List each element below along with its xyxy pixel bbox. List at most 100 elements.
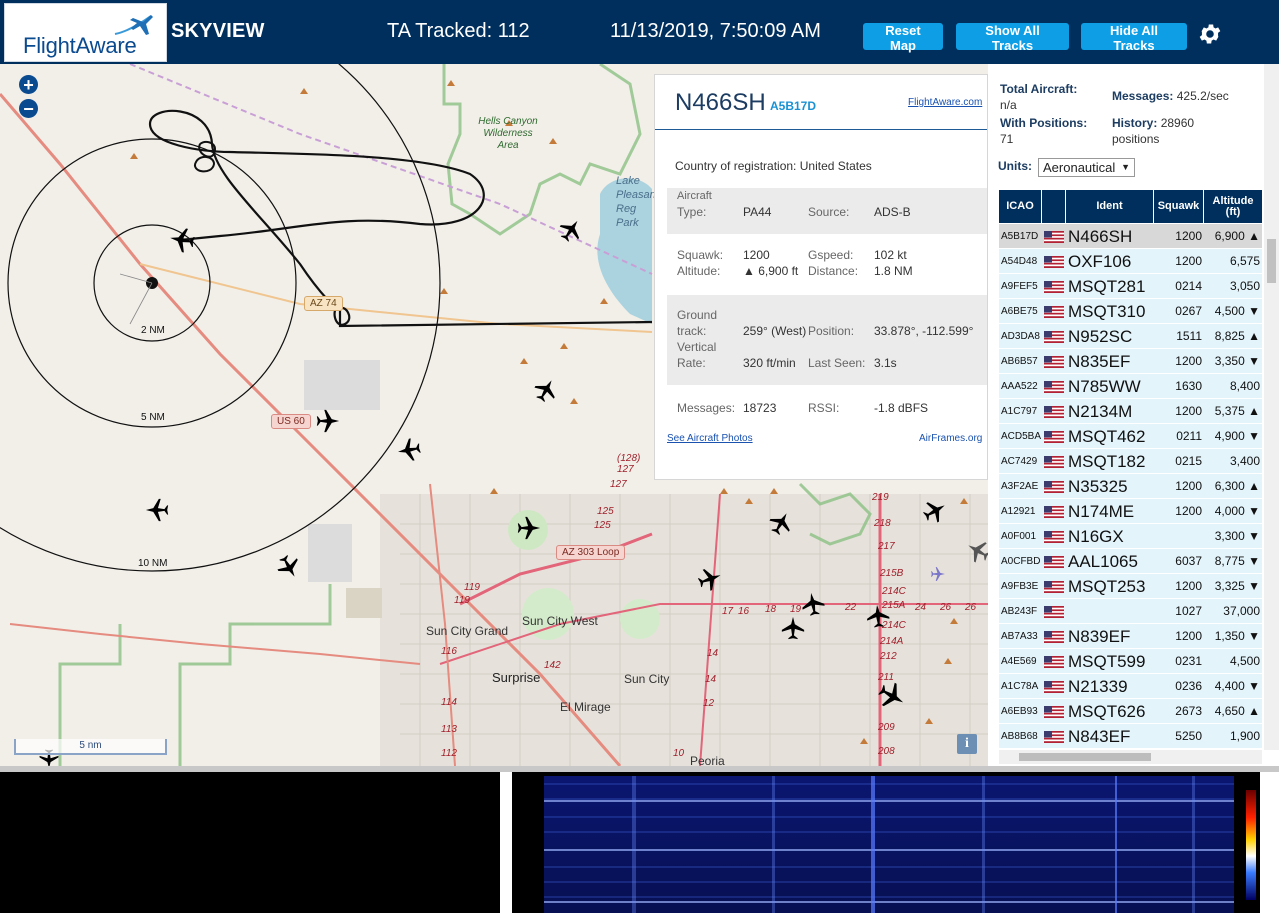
waterfall-display (544, 776, 1256, 913)
scrollbar-thumb[interactable] (1267, 239, 1276, 283)
cell-ident: N952SC (1068, 327, 1133, 346)
scrollbar-thumb[interactable] (1019, 753, 1151, 761)
zoom-out-button[interactable]: − (19, 99, 38, 118)
table-row[interactable]: AAA522 N785WW 1630 8,400 (999, 374, 1262, 399)
vertical-scrollbar[interactable] (1264, 64, 1279, 750)
gspeed-value: 102 kt (874, 248, 907, 262)
table-row[interactable]: AB243F 1027 37,000 (999, 599, 1262, 624)
column-header-squawk[interactable]: Squawk (1154, 190, 1204, 223)
cell-flag (1044, 656, 1064, 668)
aircraft-marker[interactable] (558, 217, 584, 243)
table-row[interactable]: A12921 N174ME 1200 4,000 ▼ (999, 499, 1262, 524)
cell-flag (1044, 731, 1064, 743)
column-header-ident[interactable]: Ident (1066, 190, 1154, 223)
aircraft-marker[interactable] (516, 515, 542, 541)
flightaware-logo[interactable]: FlightAware (4, 3, 167, 62)
cell-altitude: 1,900 (1229, 729, 1260, 743)
road-number: 214A (880, 636, 904, 647)
cell-icao: ACD5BA (1001, 431, 1042, 442)
with-positions-label: With Positions: (1000, 116, 1088, 130)
vertical-rate-label-1: Vertical (677, 340, 717, 354)
aircraft-marker[interactable] (965, 538, 988, 564)
table-row[interactable]: A6BE75 MSQT310 0267 4,500 ▼ (999, 299, 1262, 324)
show-all-tracks-button[interactable]: Show All Tracks (956, 23, 1069, 53)
info-icon[interactable]: i (957, 734, 977, 754)
aircraft-marker[interactable] (800, 591, 826, 617)
us-flag-icon (1044, 431, 1064, 443)
table-row[interactable]: AD3DA8 N952SC 1511 8,825 ▲ (999, 324, 1262, 349)
column-header-altitude[interactable]: Altitude (ft) (1204, 190, 1262, 223)
table-row[interactable]: A9FB3E MSQT253 1200 3,325 ▼ (999, 574, 1262, 599)
table-row[interactable]: A0F001 N16GX 3,300 ▼ (999, 524, 1262, 549)
cell-icao: AD3DA8 (1001, 331, 1040, 342)
cell-icao: AAA522 (1001, 381, 1038, 392)
type-source-block: Aircraft Type: PA44 Source: ADS-B (667, 188, 987, 234)
zoom-in-button[interactable]: + (19, 75, 38, 94)
rssi-value: -1.8 dBFS (874, 401, 929, 415)
table-row[interactable]: AB6B57 N835EF 1200 3,350 ▼ (999, 349, 1262, 374)
cell-squawk: 1200 (1175, 354, 1202, 368)
cell-altitude: 3,400 (1229, 454, 1260, 468)
table-row[interactable]: A1C78A N21339 0236 4,400 ▼ (999, 674, 1262, 699)
aircraft-marker[interactable] (276, 554, 302, 580)
with-positions-stat: With Positions: 71 (1000, 115, 1087, 147)
road-number: 125 (597, 506, 614, 517)
table-row[interactable]: A5B17D N466SH 1200 6,900 ▲ (999, 224, 1262, 249)
table-row[interactable]: A1C797 N2134M 1200 5,375 ▲ (999, 399, 1262, 424)
cell-flag (1044, 581, 1064, 593)
table-row[interactable]: A54D48 OXF106 1200 6,575 (999, 249, 1262, 274)
source-label: Source: (808, 205, 850, 219)
flightaware-link[interactable]: FlightAware.com (908, 97, 982, 108)
aircraft-marker[interactable] (877, 681, 907, 711)
cell-flag (1044, 481, 1064, 493)
units-select[interactable]: Aeronautical ▼ (1038, 158, 1135, 177)
road-number: 214C (882, 586, 906, 597)
aircraft-photos-link[interactable]: See Aircraft Photos (667, 433, 753, 444)
table-row[interactable]: A3F2AE N35325 1200 6,300 ▲ (999, 474, 1262, 499)
gear-icon[interactable] (1197, 21, 1223, 47)
table-row[interactable]: AB7A33 N839EF 1200 1,350 ▼ (999, 624, 1262, 649)
airport-icon (931, 567, 945, 581)
country-label: Country of registration: (675, 159, 797, 173)
column-header-flag[interactable] (1042, 190, 1066, 223)
cell-ident: MSQT253 (1068, 577, 1146, 596)
road-number: 18 (765, 604, 777, 615)
horizontal-scrollbar[interactable] (999, 750, 1262, 764)
aircraft-marker[interactable] (697, 566, 723, 592)
road-number: 114 (441, 697, 457, 708)
table-row[interactable]: A0CFBD AAL1065 6037 8,775 ▼ (999, 549, 1262, 574)
column-header-icao[interactable]: ICAO (999, 190, 1042, 223)
cell-altitude: 3,350 ▼ (1214, 354, 1260, 368)
aircraft-marker[interactable] (533, 377, 559, 403)
aircraft-marker[interactable] (865, 603, 891, 629)
hide-all-tracks-button[interactable]: Hide All Tracks (1081, 23, 1187, 53)
squawk-value: 1200 (743, 248, 770, 262)
reset-map-button[interactable]: Reset Map (863, 23, 943, 53)
table-row[interactable]: A6EB93 MSQT626 2673 4,650 ▲ (999, 699, 1262, 724)
airframes-link[interactable]: AirFrames.org (919, 433, 982, 444)
aircraft-marker[interactable] (315, 408, 341, 434)
aircraft-marker[interactable] (768, 510, 794, 536)
table-row[interactable]: ACD5BA MSQT462 0211 4,900 ▼ (999, 424, 1262, 449)
aircraft-marker[interactable] (780, 615, 806, 641)
table-row[interactable]: A4E569 MSQT599 0231 4,500 (999, 649, 1262, 674)
table-row[interactable]: A9FEF5 MSQT281 0214 3,050 (999, 274, 1262, 299)
road-number: 14 (707, 648, 719, 659)
cell-ident: MSQT310 (1068, 302, 1146, 321)
aircraft-marker[interactable] (144, 497, 170, 523)
us-flag-icon (1044, 631, 1064, 643)
place-label: Surprise (492, 670, 541, 685)
road-number: 218 (874, 518, 891, 529)
table-row[interactable]: AC7429 MSQT182 0215 3,400 (999, 449, 1262, 474)
aircraft-type-value: PA44 (743, 205, 772, 219)
aircraft-marker-selected[interactable] (168, 226, 196, 254)
vertical-rate-label-2: Rate: (677, 356, 706, 370)
aircraft-marker[interactable] (396, 437, 422, 463)
cell-icao: A1C797 (1001, 406, 1038, 417)
cell-squawk: 1200 (1175, 229, 1202, 243)
cell-ident: N21339 (1068, 677, 1128, 696)
source-value: ADS-B (874, 205, 911, 219)
cell-altitude: 4,500 ▼ (1214, 304, 1260, 318)
aircraft-marker[interactable] (922, 498, 948, 524)
table-row[interactable]: AB8B68 N843EF 5250 1,900 (999, 724, 1262, 749)
